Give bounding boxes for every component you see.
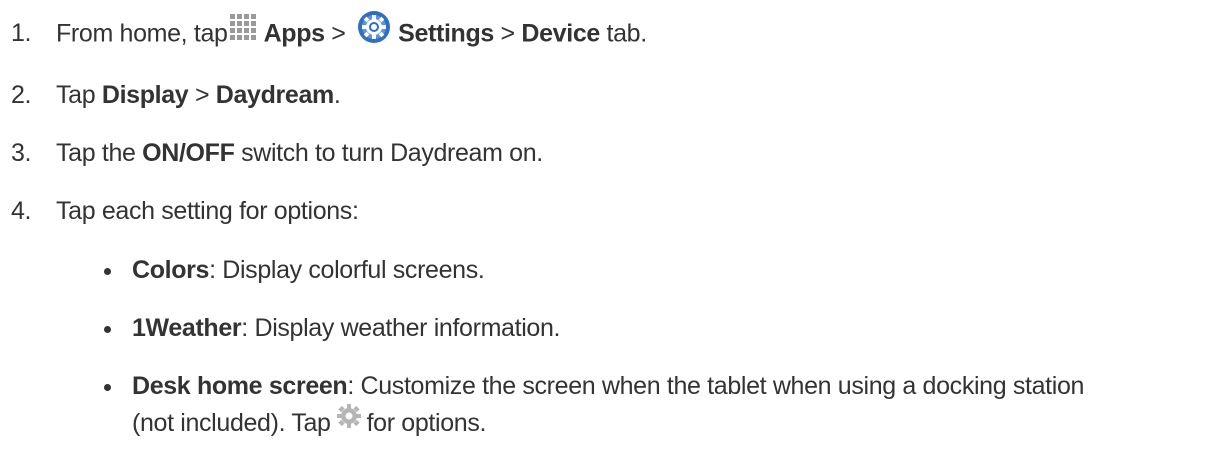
step-number: 1. <box>11 19 32 47</box>
option-text: Desk home screen: Customize the screen w… <box>132 370 1084 402</box>
step-number: 4. <box>11 197 32 225</box>
step-2-post: . <box>333 81 341 109</box>
step-text: Tap the ON/OFF switch to turn Daydream o… <box>56 137 543 169</box>
apps-grid-icon <box>229 14 256 40</box>
option-desc2-pre: (not included). Tap <box>132 409 331 437</box>
option-text: Colors: Display colorful screens. <box>132 254 485 286</box>
step-number: 3. <box>11 139 32 167</box>
settings-label: Settings <box>398 19 494 48</box>
step-text: Tap Display > Daydream. <box>56 79 341 111</box>
step-1-pre: From home, tap <box>56 19 228 48</box>
step-text: From home, tap Apps > Settings > Device t… <box>56 11 648 53</box>
step-3-post: switch to turn Daydream on. <box>234 139 543 167</box>
display-label: Display <box>101 81 189 109</box>
device-label: Device <box>521 19 600 48</box>
option-desc: : Display colorful screens. <box>209 256 485 284</box>
option-desc: : Display weather information. <box>241 314 561 342</box>
option-text-cont: (not included). Tap for options. <box>132 404 487 439</box>
step-text: Tap each setting for options: <box>56 197 359 225</box>
apps-label: Apps <box>263 19 325 48</box>
separator: > <box>188 81 216 109</box>
bullet <box>104 384 111 391</box>
option-label: Colors <box>132 256 210 284</box>
option-text: 1Weather: Display weather information. <box>132 312 560 344</box>
gear-icon <box>336 404 361 429</box>
separator: > <box>493 19 522 48</box>
option-label: Desk home screen <box>132 372 348 400</box>
option-desc2-post: for options. <box>366 409 487 437</box>
step-1-post: tab. <box>599 19 648 48</box>
step-3-pre: Tap the <box>56 139 143 167</box>
step-number: 2. <box>11 81 32 109</box>
instructions-page: 1. From home, tap Apps > Settings > Devic… <box>0 0 1220 460</box>
step-2-pre: Tap <box>56 81 102 109</box>
daydream-label: Daydream <box>215 81 334 109</box>
onoff-label: ON/OFF <box>142 139 235 167</box>
separator: > <box>324 19 353 48</box>
option-desc: : Customize the screen when the tablet w… <box>347 372 1085 400</box>
bullet <box>104 326 111 333</box>
option-label: 1Weather <box>132 314 242 342</box>
bullet <box>104 268 111 275</box>
settings-gear-icon <box>358 11 391 43</box>
